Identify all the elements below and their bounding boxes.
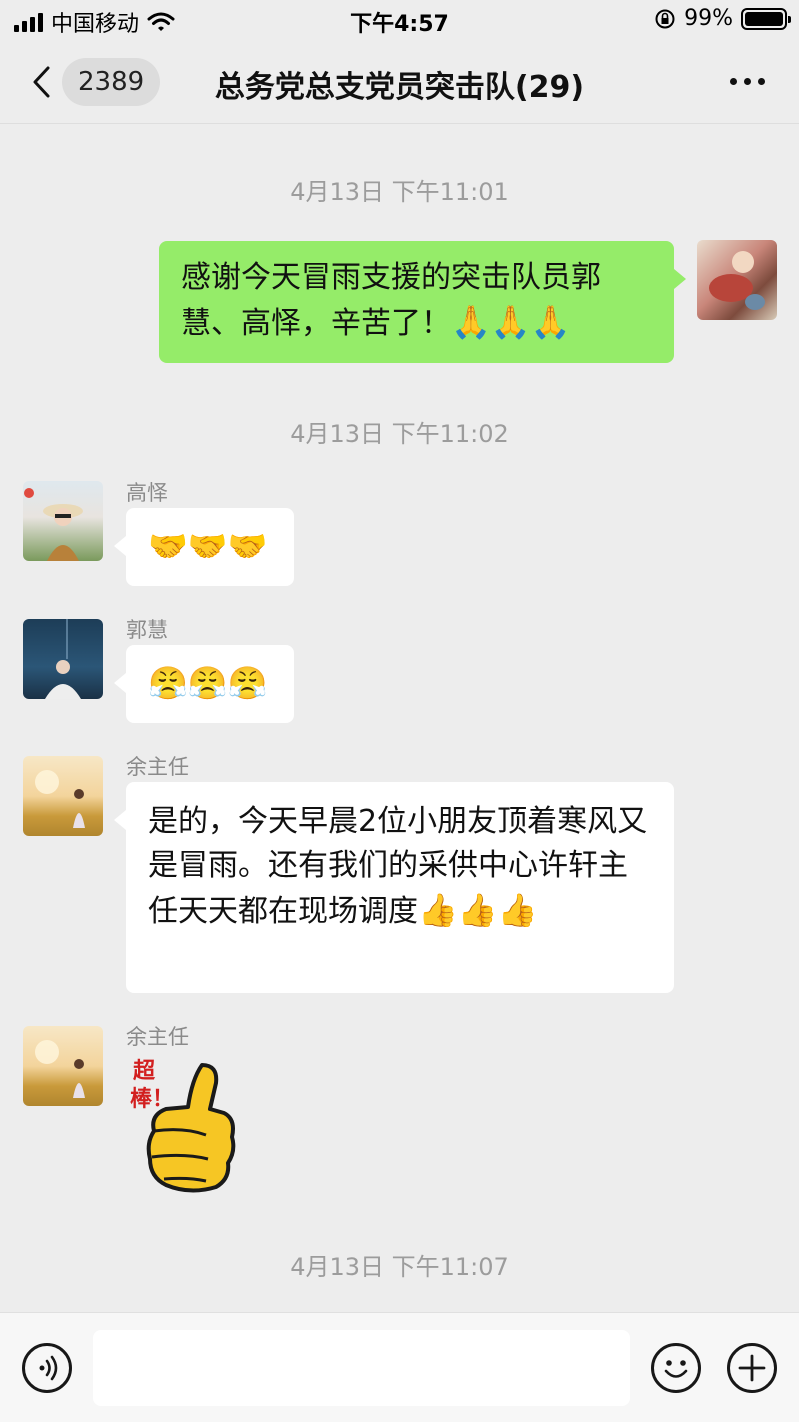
message-input[interactable] — [93, 1330, 630, 1406]
battery-percent: 99% — [684, 6, 733, 31]
sender-name: 余主任 — [126, 1025, 189, 1049]
incoming-message-bubble[interactable]: 🤝🤝🤝 — [114, 508, 294, 586]
incoming-message-bubble[interactable]: 是的，今天早晨2位小朋友顶着寒风又是冒雨。还有我们的采供中心许轩主任天天都在现场… — [114, 782, 674, 993]
battery-icon — [741, 7, 791, 30]
more-functions-button[interactable] — [727, 1343, 777, 1393]
timestamp: 4月13日 下午11:02 — [290, 420, 509, 448]
timestamp: 4月13日 下午11:01 — [290, 178, 509, 206]
status-right: 99% — [654, 6, 791, 31]
emoji-icon — [664, 1360, 688, 1378]
sender-name: 余主任 — [126, 755, 189, 779]
avatar-yu[interactable] — [23, 1026, 103, 1106]
thumbs-up-emoji: 👍👍👍 — [418, 891, 538, 929]
avatar-gaoyi[interactable] — [23, 481, 103, 561]
handshake-emoji: 🤝🤝🤝 — [148, 527, 268, 565]
avatar-image — [35, 770, 85, 828]
sender-name: 郭慧 — [126, 618, 168, 642]
avatar-yu[interactable] — [23, 756, 103, 836]
battery-fill — [745, 11, 783, 26]
avatar-image — [24, 488, 83, 561]
nav-bar: 2389 总务党总支党员突击队(29) — [0, 40, 799, 124]
sender-name: 高怿 — [126, 481, 168, 505]
back-icon[interactable] — [28, 64, 58, 100]
avatar-image — [709, 251, 765, 310]
plus-icon — [738, 1354, 766, 1382]
outgoing-message-bubble[interactable]: 感谢今天冒雨支援的突击队员郭慧、高怿，辛苦了！🙏🙏🙏 — [159, 241, 686, 363]
thumbs-up-sticker[interactable]: 超棒！ — [126, 1055, 236, 1195]
voice-icon — [39, 1355, 58, 1381]
my-avatar[interactable] — [697, 240, 777, 320]
status-bar: 中国移动 下午4:57 99% — [0, 0, 799, 40]
pray-emoji: 🙏🙏🙏 — [451, 303, 571, 341]
avatar-image — [35, 1040, 85, 1098]
incoming-message-bubble[interactable]: 😤😤😤 — [114, 645, 294, 723]
timestamp: 4月13日 下午11:07 — [290, 1253, 509, 1281]
avatar-guohui[interactable] — [23, 619, 103, 699]
determined-emoji: 😤😤😤 — [148, 664, 268, 702]
input-bar — [0, 1312, 799, 1422]
chat-title: 总务党总支党员突击队(29) — [214, 70, 585, 105]
more-icon[interactable] — [730, 78, 765, 85]
thumbs-up-icon — [146, 1063, 236, 1193]
emoji-button[interactable] — [651, 1343, 701, 1393]
lock-rotation-icon — [655, 9, 675, 28]
avatar-image — [45, 619, 81, 699]
voice-button[interactable] — [22, 1343, 72, 1393]
message-text: 是的，今天早晨2位小朋友顶着寒风又是冒雨。还有我们的采供中心许轩主任天天都在现场… — [148, 804, 648, 929]
unread-count-badge[interactable]: 2389 — [62, 58, 161, 106]
